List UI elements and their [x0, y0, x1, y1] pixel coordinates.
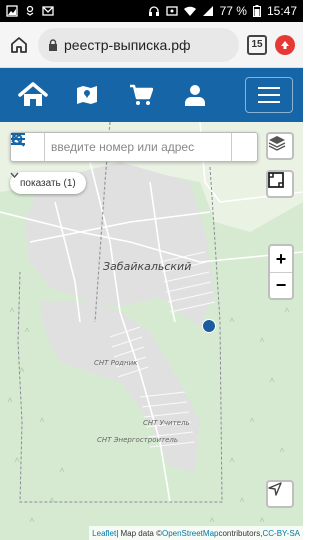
map-label-snt-rodnik: СНТ Родник	[94, 359, 138, 367]
fullscreen-icon	[268, 172, 284, 188]
locate-me-button[interactable]	[266, 480, 294, 508]
status-bar: 77 % 15:47	[0, 0, 303, 22]
close-icon	[11, 133, 21, 143]
location-marker[interactable]	[202, 319, 216, 333]
attribution-text-1: | Map data ©	[116, 528, 162, 538]
zoom-control: + −	[268, 244, 294, 300]
osm-link[interactable]: OpenStreetMap	[162, 529, 218, 538]
leaflet-link[interactable]: Leaflet	[92, 529, 116, 538]
chevron-down-icon	[10, 172, 19, 178]
map-icon	[77, 86, 97, 104]
show-results-button[interactable]: показать (1)	[10, 172, 86, 194]
browser-toolbar: реестр-выписка.рф 15	[0, 22, 303, 68]
url-text: реестр-выписка.рф	[64, 36, 191, 53]
clear-search-button[interactable]	[11, 133, 257, 161]
nav-account-button[interactable]	[172, 77, 218, 113]
map-label-snt-energostroitel: СНТ Энергостроитель	[97, 436, 179, 444]
battery-icon	[252, 5, 261, 17]
user-icon	[185, 85, 205, 106]
home-icon	[11, 36, 27, 53]
navigation-arrow-icon	[268, 482, 282, 496]
show-results-label: показать (1)	[20, 177, 76, 189]
map-label-town: Забайкальский	[103, 260, 192, 273]
hamburger-icon	[258, 87, 280, 103]
headphones-icon	[148, 6, 159, 16]
cart-icon	[130, 84, 153, 105]
nav-cart-button[interactable]	[118, 77, 164, 113]
map-attribution: Leaflet | Map data © OpenStreetMap contr…	[89, 526, 303, 540]
lock-icon	[49, 38, 57, 51]
zoom-out-button[interactable]: −	[270, 272, 292, 298]
license-link[interactable]: CC-BY-SA	[263, 529, 301, 538]
search-input[interactable]	[45, 133, 205, 161]
nav-home-button[interactable]	[10, 77, 56, 113]
arrow-up-icon	[281, 40, 289, 49]
tab-switcher-button[interactable]: 15	[247, 34, 267, 55]
browser-home-button[interactable]	[8, 34, 30, 56]
map-search-box	[10, 132, 258, 162]
home-icon	[18, 82, 48, 106]
browser-update-button[interactable]	[275, 34, 295, 55]
map-label-snt-uchitel: СНТ Учитель	[143, 419, 190, 427]
fullscreen-button[interactable]	[266, 170, 294, 198]
site-navigation	[0, 68, 303, 122]
wifi-icon	[183, 6, 196, 16]
search-button[interactable]	[11, 133, 231, 161]
ok-notification-icon	[26, 5, 34, 16]
cast-icon	[165, 6, 178, 16]
signal-icon	[202, 6, 213, 16]
zoom-in-button[interactable]: +	[270, 246, 292, 272]
nav-menu-button[interactable]	[245, 77, 293, 113]
layers-button[interactable]	[266, 132, 294, 160]
nav-map-button[interactable]	[64, 77, 110, 113]
attribution-text-2: contributors,	[218, 528, 263, 538]
address-bar[interactable]: реестр-выписка.рф	[38, 27, 239, 62]
clock: 15:47	[266, 4, 297, 18]
map-view[interactable]: Забайкальский СНТ Родник СНТ Учитель СНТ…	[0, 122, 303, 540]
gallery-notification-icon	[6, 5, 18, 17]
battery-percent: 77 %	[219, 4, 247, 18]
mail-notification-icon	[42, 6, 54, 16]
layers-icon	[268, 136, 286, 151]
